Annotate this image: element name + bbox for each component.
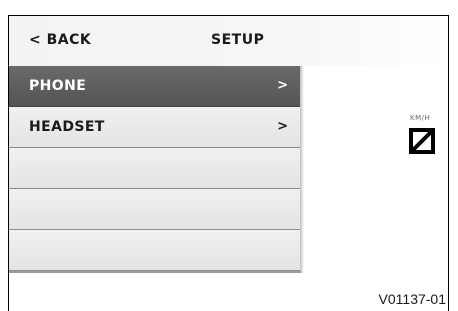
page-title: SETUP: [211, 32, 265, 48]
screen-frame: < BACK SETUP PHONE > HEADSET >: [8, 15, 449, 311]
menu-item-empty: [9, 148, 300, 189]
back-button[interactable]: < BACK: [29, 32, 91, 48]
menu-item-phone[interactable]: PHONE >: [9, 66, 300, 107]
speed-unit-label: KM/H: [410, 114, 431, 122]
setup-menu: PHONE > HEADSET >: [9, 66, 300, 272]
chevron-right-icon: >: [277, 119, 288, 134]
menu-item-headset[interactable]: HEADSET >: [9, 107, 300, 148]
menu-item-label: PHONE: [29, 78, 87, 94]
menu-item-empty: [9, 189, 300, 230]
chevron-right-icon: >: [277, 78, 288, 93]
speed-indicator: KM/H: [402, 114, 442, 172]
figure-code: V01137-01: [378, 291, 446, 307]
header-bar: < BACK SETUP: [9, 16, 448, 66]
menu-item-empty: [9, 230, 300, 271]
menu-item-label: HEADSET: [29, 119, 105, 135]
speed-blocked-icon: [409, 128, 435, 154]
menu-edge-shadow: [300, 66, 304, 273]
menu-bottom-divider: [9, 271, 301, 273]
